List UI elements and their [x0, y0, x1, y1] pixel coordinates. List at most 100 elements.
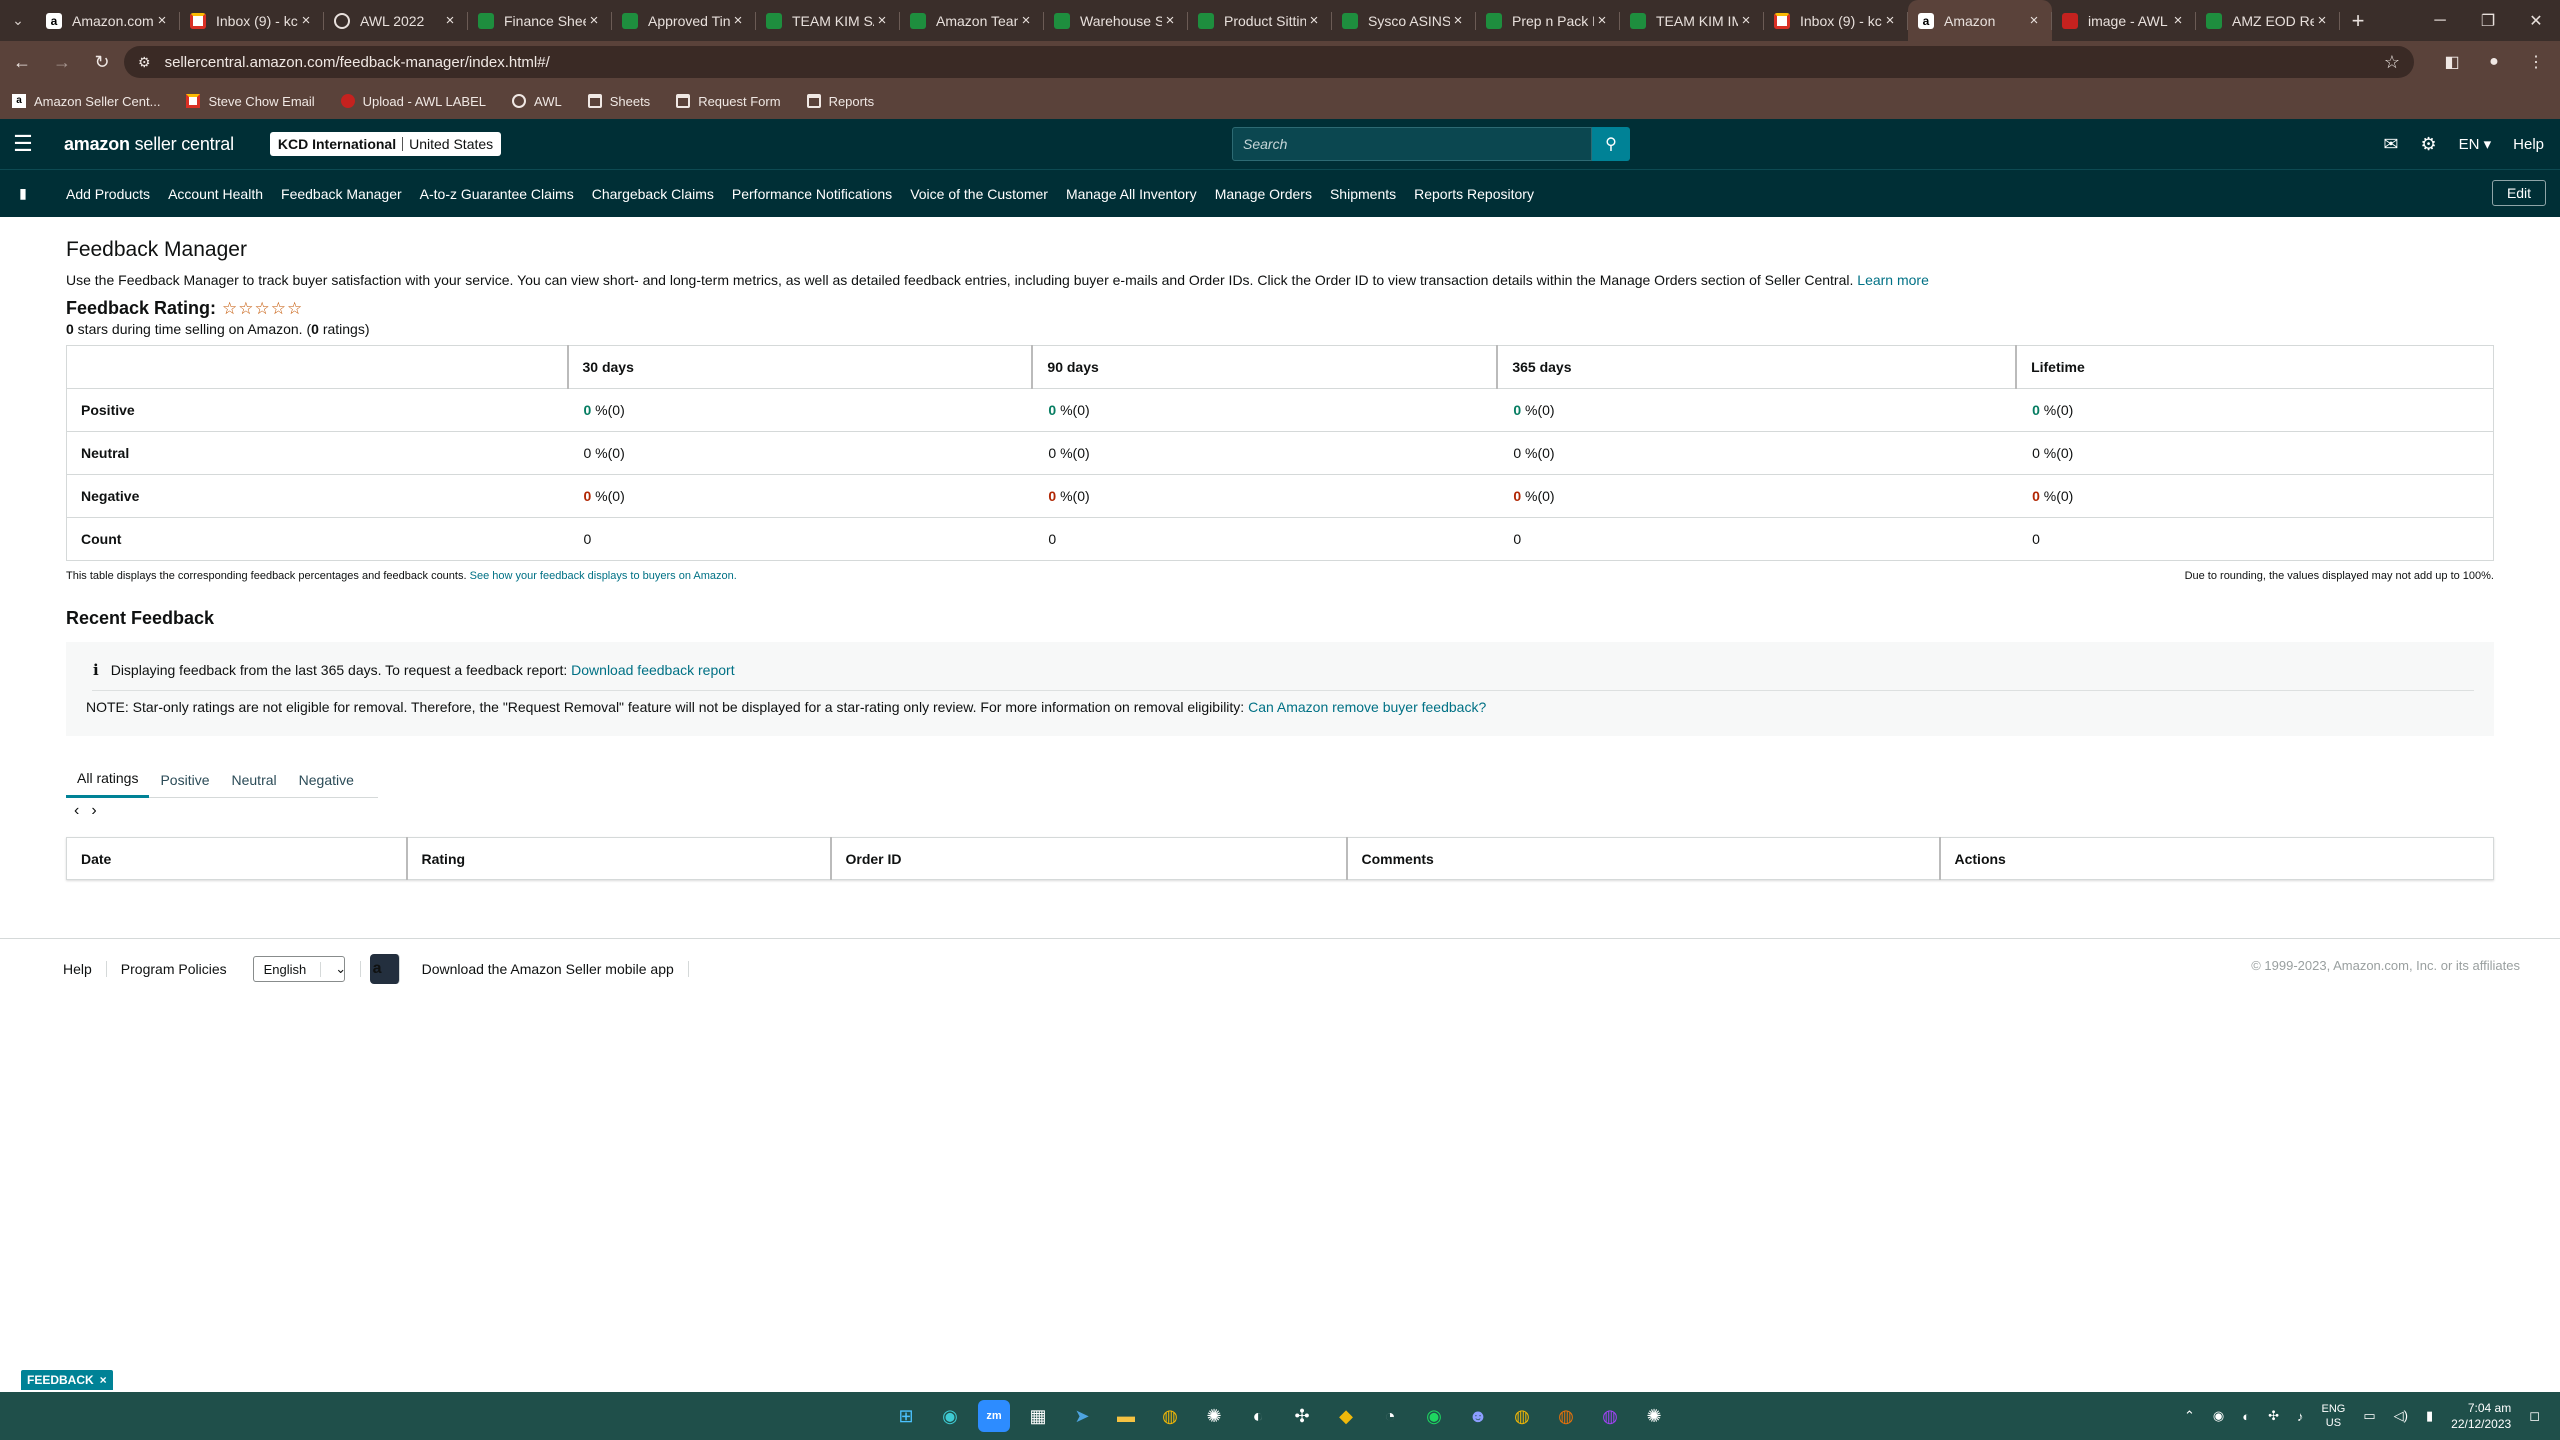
browser-tab[interactable]: Inbox (9) - kc × — [180, 0, 324, 41]
nav-link[interactable]: Voice of the Customer — [910, 186, 1048, 202]
close-tab-icon[interactable]: × — [2026, 12, 2042, 29]
browser-tab[interactable]: AMZ EOD Re × — [2196, 0, 2340, 41]
tab-all-ratings[interactable]: All ratings — [66, 761, 150, 798]
edge-icon[interactable]: ◉ — [934, 1400, 966, 1432]
help-link[interactable]: Help — [2513, 136, 2544, 153]
back-button[interactable]: ← — [4, 44, 40, 80]
chevron-right-icon[interactable]: › — [91, 802, 96, 820]
close-tab-icon[interactable]: × — [298, 12, 314, 29]
gear-icon[interactable]: ⚙ — [2420, 134, 2436, 155]
download-app-link[interactable]: a Download the Amazon Seller mobile app — [369, 954, 689, 984]
nav-link[interactable]: Shipments — [1330, 186, 1396, 202]
nav-link[interactable]: Account Health — [168, 186, 263, 202]
nav-link[interactable]: A-to-z Guarantee Claims — [420, 186, 574, 202]
bookmark-item[interactable]: Sheets — [587, 94, 650, 109]
close-tab-icon[interactable]: × — [1306, 12, 1322, 29]
bookmark-item[interactable]: Reports — [806, 94, 874, 109]
close-tab-icon[interactable]: × — [874, 12, 890, 29]
close-tab-icon[interactable]: × — [442, 12, 458, 29]
clock-app-icon[interactable]: ◔ — [1374, 1400, 1406, 1432]
browser-tab[interactable]: Approved Tin × — [612, 0, 756, 41]
steelseries-icon[interactable]: ✺ — [1198, 1400, 1230, 1432]
chrome-profile-2-icon[interactable]: ◍ — [1550, 1400, 1582, 1432]
nav-link[interactable]: Performance Notifications — [732, 186, 892, 202]
windows-start-icon[interactable]: ⊞ — [890, 1400, 922, 1432]
chrome-profile-icon[interactable]: ◍ — [1506, 1400, 1538, 1432]
calculator-icon[interactable]: ▦ — [1022, 1400, 1054, 1432]
binance-icon[interactable]: ◆ — [1330, 1400, 1362, 1432]
steam-tray-icon[interactable]: ◉ — [2213, 1408, 2224, 1424]
network-app-icon[interactable]: ✣ — [1286, 1400, 1318, 1432]
download-feedback-report-link[interactable]: Download feedback report — [571, 662, 734, 678]
close-tab-icon[interactable]: × — [1018, 12, 1034, 29]
nav-link[interactable]: Manage Orders — [1215, 186, 1312, 202]
bookmark-flag-icon[interactable]: ▮ — [0, 185, 46, 202]
close-tab-icon[interactable]: × — [2170, 12, 2186, 29]
github-icon[interactable]: ◐ — [1242, 1400, 1274, 1432]
feedback-pill[interactable]: FEEDBACK × — [21, 1370, 113, 1390]
browser-tab[interactable]: TEAM KIM SA × — [756, 0, 900, 41]
forward-button[interactable]: → — [44, 44, 80, 80]
nav-link[interactable]: Manage All Inventory — [1066, 186, 1197, 202]
bookmark-star-icon[interactable]: ☆ — [2384, 52, 2400, 73]
account-switcher[interactable]: KCD International United States — [269, 132, 502, 156]
file-explorer-icon[interactable]: ▬ — [1110, 1400, 1142, 1432]
close-tab-icon[interactable]: × — [586, 12, 602, 29]
seller-central-logo[interactable]: amazon seller central — [64, 134, 234, 155]
github-tray-icon[interactable]: ◐ — [2242, 1409, 2250, 1424]
browser-tab[interactable]: Product Sittin × — [1188, 0, 1332, 41]
learn-more-link[interactable]: Learn more — [1857, 272, 1929, 288]
discord-icon[interactable]: ☻ — [1462, 1400, 1494, 1432]
minimize-button[interactable]: ─ — [2416, 0, 2464, 41]
browser-menu-icon[interactable]: ⋮ — [2518, 44, 2554, 80]
bookmark-item[interactable]: Request Form — [676, 94, 781, 109]
restore-button[interactable]: ❐ — [2464, 0, 2512, 41]
browser-tab[interactable]: Inbox (9) - kc × — [1764, 0, 1908, 41]
browser-tab[interactable]: AWL 2022 × — [324, 0, 468, 41]
close-tab-icon[interactable]: × — [730, 12, 746, 29]
browser-tab[interactable]: a Amazon.com × — [36, 0, 180, 41]
notifications-icon[interactable]: ◻ — [2529, 1408, 2540, 1424]
hamburger-menu-icon[interactable]: ☰ — [0, 119, 46, 169]
close-window-button[interactable]: ✕ — [2512, 0, 2560, 41]
remove-feedback-link[interactable]: Can Amazon remove buyer feedback? — [1248, 699, 1486, 715]
side-panel-icon[interactable]: ◧ — [2434, 44, 2470, 80]
input-language[interactable]: ENG US — [2322, 1402, 2346, 1430]
footer-help-link[interactable]: Help — [63, 961, 107, 977]
browser-tab[interactable]: Warehouse S × — [1044, 0, 1188, 41]
volume-icon[interactable]: ◁) — [2394, 1408, 2408, 1424]
close-tab-icon[interactable]: × — [1594, 12, 1610, 29]
network-tray-icon[interactable]: ✣ — [2268, 1408, 2279, 1424]
browser-tab[interactable]: Sysco ASINS × — [1332, 0, 1476, 41]
bookmark-item[interactable]: Steve Chow Email — [186, 94, 315, 109]
chevron-left-icon[interactable]: ‹ — [74, 802, 79, 820]
browser-tab[interactable]: TEAM KIM IM × — [1620, 0, 1764, 41]
mail-icon[interactable]: ✉ — [2383, 134, 2398, 155]
clock[interactable]: 7:04 am 22/12/2023 — [2451, 1400, 2511, 1432]
nav-link[interactable]: Add Products — [66, 186, 150, 202]
site-info-icon[interactable]: ⚙ — [138, 54, 151, 71]
see-feedback-display-link[interactable]: See how your feedback displays to buyers… — [470, 570, 737, 582]
close-icon[interactable]: × — [100, 1373, 107, 1387]
tab-neutral[interactable]: Neutral — [221, 761, 288, 798]
tab-search-button[interactable]: ⌄ — [0, 0, 36, 41]
search-input[interactable]: Search — [1232, 127, 1592, 161]
tab-negative[interactable]: Negative — [288, 761, 365, 798]
browser-tab[interactable]: Amazon Tean × — [900, 0, 1044, 41]
footer-program-policies-link[interactable]: Program Policies — [107, 961, 241, 977]
spotify-icon[interactable]: ◉ — [1418, 1400, 1450, 1432]
nav-link[interactable]: Reports Repository — [1414, 186, 1534, 202]
battery-icon[interactable]: ▮ — [2426, 1408, 2433, 1424]
nav-link[interactable]: Feedback Manager — [281, 186, 402, 202]
bookmark-item[interactable]: a Amazon Seller Cent... — [12, 94, 160, 109]
footer-language-select[interactable]: English ⌄ — [252, 956, 362, 982]
close-tab-icon[interactable]: × — [154, 12, 170, 29]
browser-tab[interactable]: Prep n Pack F × — [1476, 0, 1620, 41]
close-tab-icon[interactable]: × — [1450, 12, 1466, 29]
edit-nav-button[interactable]: Edit — [2492, 180, 2546, 206]
bookmark-item[interactable]: AWL — [512, 94, 562, 109]
new-tab-button[interactable]: + — [2340, 0, 2376, 41]
telegram-icon[interactable]: ➤ — [1066, 1400, 1098, 1432]
chrome-profile-3-icon[interactable]: ◍ — [1594, 1400, 1626, 1432]
search-button[interactable]: ⚲ — [1592, 127, 1630, 161]
